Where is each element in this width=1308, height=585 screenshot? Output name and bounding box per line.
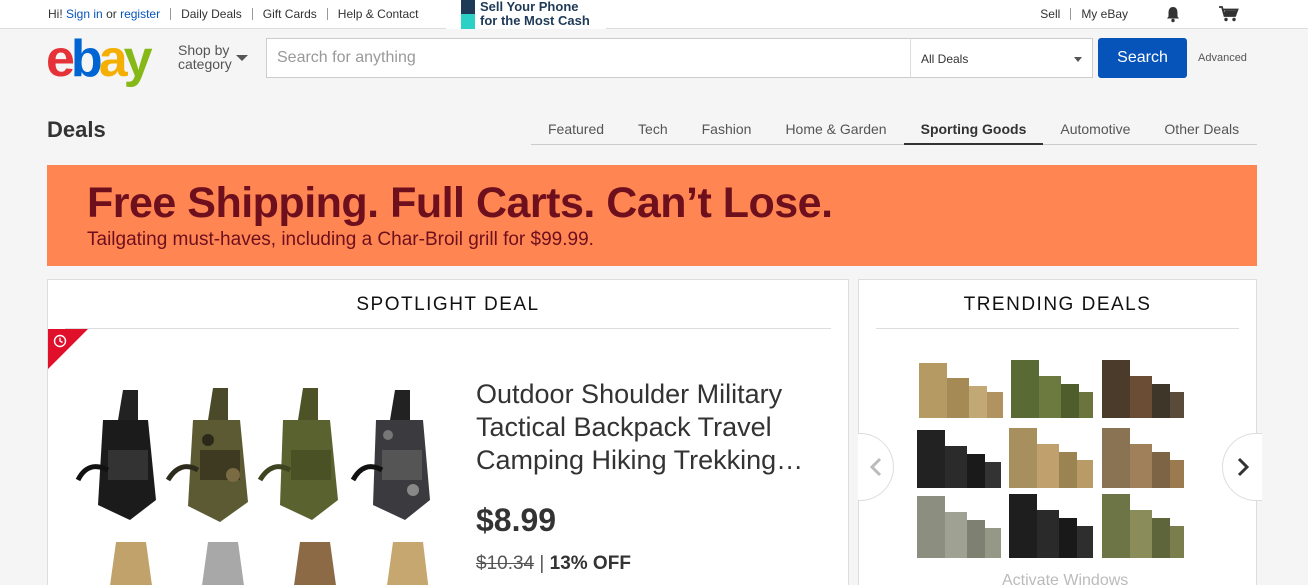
cart-icon[interactable] — [1218, 5, 1240, 23]
backpack-image — [110, 542, 152, 585]
deal-price: $8.99 — [476, 502, 557, 538]
backpack-image — [1009, 428, 1093, 488]
tab-automotive[interactable]: Automotive — [1043, 113, 1147, 144]
promo-line-2: for the Most Cash — [480, 13, 590, 28]
divider — [326, 8, 328, 20]
discount-label: 13% OFF — [549, 553, 631, 574]
backpack-image — [294, 542, 336, 585]
ebay-logo[interactable]: ebay — [46, 33, 153, 85]
backpack-image — [1102, 360, 1184, 418]
backpack-image — [1102, 428, 1184, 488]
price-info: $10.34 | 13% OFF — [476, 553, 631, 575]
backpack-image — [202, 542, 244, 585]
top-nav-right: Sell My eBay — [1040, 5, 1240, 23]
divider — [251, 8, 253, 20]
sell-link[interactable]: Sell — [1040, 7, 1060, 21]
sign-in-link[interactable]: Sign in — [66, 7, 103, 21]
promo-line-1: Sell Your Phone — [480, 0, 579, 14]
greeting-text: Hi! — [48, 7, 63, 21]
product-image[interactable] — [68, 380, 433, 585]
promo-ad[interactable]: Sell Your Phone for the Most Cash — [446, 0, 606, 29]
backpack-image — [1102, 494, 1184, 558]
category-select-value: All Deals — [921, 52, 969, 66]
search-input[interactable] — [267, 39, 910, 77]
backpack-image — [919, 363, 1003, 418]
promo-graphic — [461, 14, 475, 29]
tab-sporting-goods[interactable]: Sporting Goods — [903, 113, 1044, 145]
clock-icon — [53, 334, 67, 348]
promo-banner[interactable]: Free Shipping. Full Carts. Can’t Lose. T… — [47, 165, 1257, 266]
chevron-right-icon — [1237, 457, 1249, 477]
spotlight-deal-card: SPOTLIGHT DEAL Outdoor Shoulder Military… — [47, 279, 849, 585]
divider — [1070, 8, 1072, 20]
help-contact-link[interactable]: Help & Contact — [338, 7, 419, 21]
divider — [65, 328, 831, 329]
backpack-image — [387, 542, 429, 585]
page-title: Deals — [47, 117, 106, 142]
trending-heading: TRENDING DEALS — [963, 294, 1152, 315]
daily-deals-link[interactable]: Daily Deals — [181, 7, 242, 21]
top-nav-bar: Hi! Sign in or register Daily Deals Gift… — [0, 0, 1308, 29]
spotlight-heading: SPOTLIGHT DEAL — [356, 294, 540, 315]
trending-deals-card: TRENDING DEALS — [858, 279, 1262, 585]
shop-by-category-button[interactable]: Shop by category — [178, 42, 248, 72]
chevron-left-icon — [869, 457, 881, 477]
bell-icon[interactable] — [1164, 5, 1182, 23]
my-ebay-link[interactable]: My eBay — [1081, 7, 1128, 21]
backpack-image — [917, 496, 1001, 558]
promo-graphic — [461, 0, 475, 14]
promo-text: Sell Your Phone for the Most Cash — [480, 0, 590, 28]
backpack-image — [350, 390, 430, 520]
carousel-prev-button[interactable] — [858, 433, 894, 501]
category-select[interactable]: All Deals — [910, 38, 1093, 78]
search-button[interactable]: Search — [1098, 38, 1187, 78]
tab-other-deals[interactable]: Other Deals — [1147, 113, 1256, 144]
backpack-image — [165, 388, 248, 522]
tab-tech[interactable]: Tech — [621, 113, 685, 144]
product-title[interactable]: Outdoor Shoulder Military Tactical Backp… — [476, 378, 826, 477]
backpack-image — [1009, 494, 1093, 558]
trending-product-image[interactable] — [914, 358, 1204, 563]
shop-by-label: Shop by — [178, 42, 230, 58]
backpack-image — [917, 430, 1001, 488]
search-box — [266, 38, 911, 78]
carousel-next-button[interactable] — [1222, 433, 1262, 501]
os-watermark: Activate Windows — [1002, 572, 1129, 585]
price-separator: | — [539, 553, 545, 574]
divider — [170, 8, 172, 20]
chevron-down-icon — [236, 55, 248, 61]
deal-category-tabs: Featured Tech Fashion Home & Garden Spor… — [531, 113, 1257, 145]
banner-subline: Tailgating must-haves, including a Char-… — [87, 229, 594, 250]
tab-home-garden[interactable]: Home & Garden — [768, 113, 903, 144]
original-price: $10.34 — [476, 553, 535, 574]
advanced-search-link[interactable]: Advanced — [1198, 52, 1247, 64]
divider — [876, 328, 1239, 329]
top-nav-left: Hi! Sign in or register Daily Deals Gift… — [48, 7, 419, 21]
category-label: category — [178, 56, 232, 72]
banner-headline: Free Shipping. Full Carts. Can’t Lose. — [87, 179, 833, 227]
tab-featured[interactable]: Featured — [531, 113, 621, 144]
backpack-image — [75, 390, 156, 520]
backpack-image — [1011, 360, 1093, 418]
backpack-image — [257, 388, 338, 520]
or-text: or — [106, 7, 117, 21]
tab-fashion[interactable]: Fashion — [685, 113, 769, 144]
chevron-down-icon — [1074, 57, 1082, 62]
header: ebay Shop by category All Deals Search A… — [0, 29, 1308, 89]
gift-cards-link[interactable]: Gift Cards — [263, 7, 317, 21]
register-link[interactable]: register — [120, 7, 160, 21]
